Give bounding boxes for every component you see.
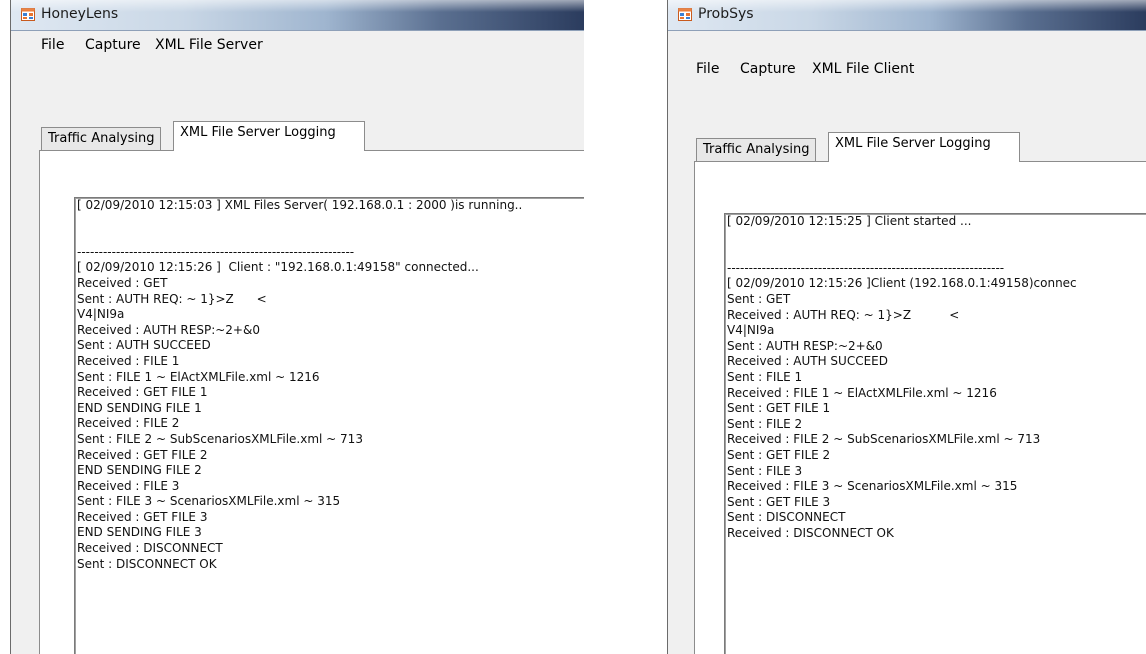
log-line: END SENDING FILE 1 [77, 400, 202, 415]
tab-traffic-analysing[interactable]: Traffic Analysing [696, 138, 817, 162]
log-line: Sent : AUTH SUCCEED [77, 338, 211, 353]
log-line: Received : FILE 3 ~ ScenariosXMLFile.xml… [727, 479, 1018, 494]
log-line: END SENDING FILE 2 [77, 463, 202, 478]
log-line: Received : AUTH SUCCEED [727, 354, 888, 369]
log-line: Received : GET FILE 1 [77, 385, 208, 400]
log-lines: [ 02/09/2010 12:15:03 ] XML Files Server… [77, 198, 522, 572]
menu-bar: File Capture XML File Server [11, 31, 584, 59]
probsys-window: ProbSys File Capture XML File Client Tra… [667, 0, 1146, 654]
log-line: Sent : GET FILE 2 [727, 447, 831, 462]
log-line: Sent : DISCONNECT OK [77, 556, 217, 571]
log-line: Sent : GET FILE 3 [727, 494, 831, 509]
menu-xml-file-client[interactable]: XML File Client [812, 61, 914, 77]
menu-file[interactable]: File [696, 61, 719, 77]
honeylens-window: HoneyLens File Capture XML File Server T… [10, 0, 584, 654]
log-line: Received : DISCONNECT OK [727, 525, 894, 540]
menu-capture[interactable]: Capture [740, 61, 796, 77]
log-line: [ 02/09/2010 12:15:26 ]Client (192.168.0… [727, 276, 1077, 291]
title-bar[interactable]: ProbSys [668, 0, 1146, 31]
log-line: Received : FILE 2 ~ SubScenariosXMLFile.… [727, 432, 1041, 447]
log-line: Sent : FILE 1 ~ ElActXMLFile.xml ~ 1216 [77, 369, 320, 384]
tab-xml-file-server-logging[interactable]: XML File Server Logging [828, 132, 1020, 162]
log-line: Received : FILE 2 [77, 416, 180, 431]
log-line: [ 02/09/2010 12:15:03 ] XML Files Server… [77, 198, 523, 212]
title-bar[interactable]: HoneyLens [11, 0, 584, 31]
menu-capture[interactable]: Capture [85, 37, 141, 53]
log-line: Sent : FILE 3 [727, 463, 803, 478]
window-title: ProbSys [698, 6, 754, 22]
log-line: Sent : FILE 3 ~ ScenariosXMLFile.xml ~ 3… [77, 494, 341, 509]
window-title: HoneyLens [41, 6, 119, 22]
menu-xml-file-server[interactable]: XML File Server [155, 37, 263, 53]
log-line: Received : DISCONNECT [77, 541, 223, 556]
log-line: Received : GET FILE 2 [77, 447, 208, 462]
log-line: Received : FILE 3 [77, 478, 180, 493]
app-window-icon [678, 8, 692, 21]
log-line: [ 02/09/2010 12:15:25 ] Client started .… [727, 214, 972, 228]
menu-file[interactable]: File [41, 37, 64, 53]
log-line: V4|NI9a [77, 307, 125, 322]
log-line: Received : FILE 1 ~ ElActXMLFile.xml ~ 1… [727, 385, 997, 400]
log-line: Received : FILE 1 [77, 353, 180, 368]
log-line: Sent : GET FILE 1 [727, 401, 831, 416]
tab-xml-file-server-logging[interactable]: XML File Server Logging [173, 121, 365, 151]
log-line: Received : GET FILE 3 [77, 509, 208, 524]
app-window-icon [21, 8, 35, 21]
log-line: ----------------------------------------… [77, 244, 355, 259]
log-line: V4|NI9a [727, 323, 775, 338]
log-line: END SENDING FILE 3 [77, 525, 202, 540]
client-log-textbox[interactable]: [ 02/09/2010 12:15:25 ] Client started .… [724, 213, 1146, 654]
log-line: Received : GET [77, 275, 168, 290]
tab-traffic-analysing[interactable]: Traffic Analysing [41, 127, 162, 151]
log-line: Sent : AUTH RESP:~2+&0 [727, 338, 883, 353]
log-line: Received : AUTH REQ: ~ 1}>Z < [727, 307, 960, 322]
log-line: Sent : GET [727, 291, 791, 306]
log-line: Received : AUTH RESP:~2+&0 [77, 322, 260, 337]
server-log-textbox[interactable]: [ 02/09/2010 12:15:03 ] XML Files Server… [74, 197, 584, 654]
log-line: Sent : FILE 2 [727, 416, 803, 431]
menu-bar: File Capture XML File Client [668, 55, 1146, 83]
log-line: Sent : FILE 2 ~ SubScenariosXMLFile.xml … [77, 431, 363, 446]
log-line: [ 02/09/2010 12:15:26 ] Client : "192.16… [77, 260, 479, 275]
log-line: Sent : FILE 1 [727, 369, 803, 384]
log-line: Sent : AUTH REQ: ~ 1}>Z < [77, 291, 267, 306]
log-lines: [ 02/09/2010 12:15:25 ] Client started .… [727, 214, 1077, 541]
log-line: Sent : DISCONNECT [727, 510, 846, 525]
log-line: ----------------------------------------… [727, 260, 1005, 275]
